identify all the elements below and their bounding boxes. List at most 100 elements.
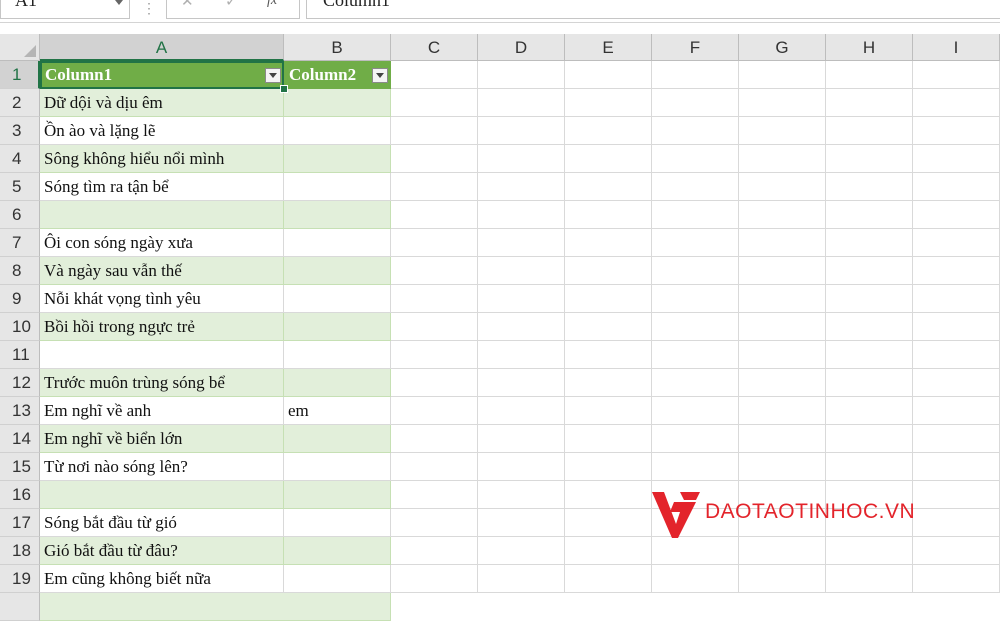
cell-f5[interactable] <box>652 173 739 201</box>
cell-h13[interactable] <box>826 397 913 425</box>
row-header-1[interactable]: 1 <box>0 61 40 89</box>
cell-d19[interactable] <box>478 565 565 593</box>
row-header-13[interactable]: 13 <box>0 397 40 425</box>
table-row-partial[interactable] <box>40 593 391 621</box>
cell-g7[interactable] <box>739 229 826 257</box>
filter-dropdown-icon[interactable] <box>265 68 281 83</box>
cell-g18[interactable] <box>739 537 826 565</box>
cell-h10[interactable] <box>826 313 913 341</box>
cell-b10[interactable] <box>284 313 391 341</box>
cell-c15[interactable] <box>391 453 478 481</box>
cell-e19[interactable] <box>565 565 652 593</box>
cell-e6[interactable] <box>565 201 652 229</box>
cell-d3[interactable] <box>478 117 565 145</box>
cell-a17[interactable]: Sóng bắt đầu từ gió <box>40 509 284 537</box>
table-header-cell[interactable]: Column1 <box>40 61 284 89</box>
cell-f19[interactable] <box>652 565 739 593</box>
cell-c9[interactable] <box>391 285 478 313</box>
fill-handle[interactable] <box>280 85 288 93</box>
cell-b17[interactable] <box>284 509 391 537</box>
cell-i8[interactable] <box>913 257 1000 285</box>
cell-h18[interactable] <box>826 537 913 565</box>
cell-b11[interactable] <box>284 341 391 369</box>
cell-i1[interactable] <box>913 61 1000 89</box>
row-header-partial[interactable] <box>0 593 40 621</box>
cell-a10[interactable]: Bồi hồi trong ngực trẻ <box>40 313 284 341</box>
cell-h7[interactable] <box>826 229 913 257</box>
row-header-18[interactable]: 18 <box>0 537 40 565</box>
cell-e3[interactable] <box>565 117 652 145</box>
row-header-2[interactable]: 2 <box>0 89 40 117</box>
cell-b8[interactable] <box>284 257 391 285</box>
cell-g10[interactable] <box>739 313 826 341</box>
cell-e11[interactable] <box>565 341 652 369</box>
filter-dropdown-icon[interactable] <box>372 68 388 83</box>
cell-c12[interactable] <box>391 369 478 397</box>
cell-f15[interactable] <box>652 453 739 481</box>
cell-f4[interactable] <box>652 145 739 173</box>
cell-g6[interactable] <box>739 201 826 229</box>
row-header-17[interactable]: 17 <box>0 509 40 537</box>
cell-d14[interactable] <box>478 425 565 453</box>
cell-h11[interactable] <box>826 341 913 369</box>
cell-h19[interactable] <box>826 565 913 593</box>
cell-g9[interactable] <box>739 285 826 313</box>
cell-f11[interactable] <box>652 341 739 369</box>
cell-c11[interactable] <box>391 341 478 369</box>
row-header-9[interactable]: 9 <box>0 285 40 313</box>
cell-f6[interactable] <box>652 201 739 229</box>
cell-b4[interactable] <box>284 145 391 173</box>
cell-d7[interactable] <box>478 229 565 257</box>
cell-f9[interactable] <box>652 285 739 313</box>
cell-e14[interactable] <box>565 425 652 453</box>
cell-b7[interactable] <box>284 229 391 257</box>
cell-i3[interactable] <box>913 117 1000 145</box>
cell-h5[interactable] <box>826 173 913 201</box>
cell-e4[interactable] <box>565 145 652 173</box>
cell-g13[interactable] <box>739 397 826 425</box>
fx-icon[interactable]: fx <box>267 0 277 9</box>
cell-f13[interactable] <box>652 397 739 425</box>
column-header-c[interactable]: C <box>391 34 478 61</box>
cell-a7[interactable]: Ôi con sóng ngày xưa <box>40 229 284 257</box>
cell-a4[interactable]: Sông không hiểu nổi mình <box>40 145 284 173</box>
cell-g12[interactable] <box>739 369 826 397</box>
cell-c5[interactable] <box>391 173 478 201</box>
cell-i9[interactable] <box>913 285 1000 313</box>
cell-a19[interactable]: Em cũng không biết nữa <box>40 565 284 593</box>
cell-a9[interactable]: Nỗi khát vọng tình yêu <box>40 285 284 313</box>
cell-c17[interactable] <box>391 509 478 537</box>
column-header-i[interactable]: I <box>913 34 1000 61</box>
cell-f18[interactable] <box>652 537 739 565</box>
cell-c2[interactable] <box>391 89 478 117</box>
cell-c19[interactable] <box>391 565 478 593</box>
cell-d1[interactable] <box>478 61 565 89</box>
cell-g5[interactable] <box>739 173 826 201</box>
cell-g14[interactable] <box>739 425 826 453</box>
column-header-b[interactable]: B <box>284 34 391 61</box>
cell-c1[interactable] <box>391 61 478 89</box>
cell-i18[interactable] <box>913 537 1000 565</box>
cell-b9[interactable] <box>284 285 391 313</box>
row-header-14[interactable]: 14 <box>0 425 40 453</box>
cell-a8[interactable]: Và ngày sau vẫn thế <box>40 257 284 285</box>
cell-d9[interactable] <box>478 285 565 313</box>
cell-i12[interactable] <box>913 369 1000 397</box>
cell-d4[interactable] <box>478 145 565 173</box>
cell-h12[interactable] <box>826 369 913 397</box>
cell-c8[interactable] <box>391 257 478 285</box>
cell-a16[interactable] <box>40 481 284 509</box>
cell-b14[interactable] <box>284 425 391 453</box>
cell-g2[interactable] <box>739 89 826 117</box>
cell-a18[interactable]: Gió bắt đầu từ đâu? <box>40 537 284 565</box>
cell-g1[interactable] <box>739 61 826 89</box>
cell-h1[interactable] <box>826 61 913 89</box>
cell-e18[interactable] <box>565 537 652 565</box>
cell-b12[interactable] <box>284 369 391 397</box>
cell-h14[interactable] <box>826 425 913 453</box>
cell-i15[interactable] <box>913 453 1000 481</box>
cell-c18[interactable] <box>391 537 478 565</box>
cell-d18[interactable] <box>478 537 565 565</box>
select-all-button[interactable] <box>0 34 40 61</box>
cell-g19[interactable] <box>739 565 826 593</box>
